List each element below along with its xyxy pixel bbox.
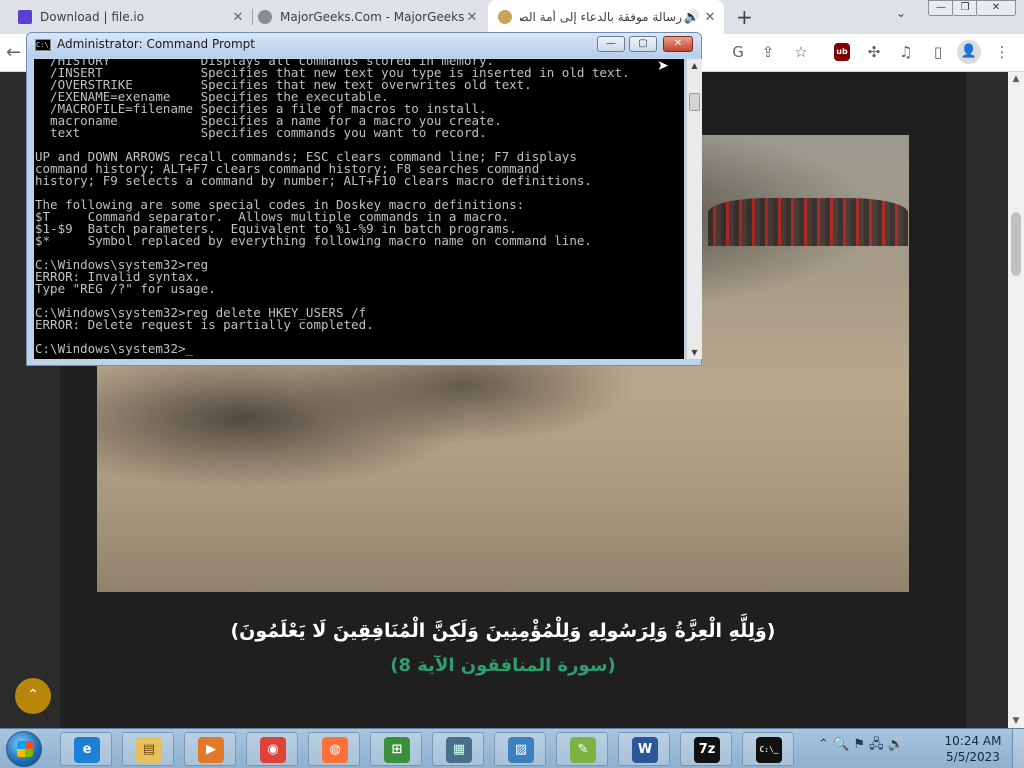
taskbar-firefox-button[interactable]: ◍ bbox=[308, 732, 360, 766]
kebab-menu-icon[interactable]: ⋮ bbox=[991, 41, 1013, 63]
scroll-up-arrow-icon[interactable]: ▲ bbox=[687, 61, 702, 70]
surah-reference: (سورة المنافقون الآية 8) bbox=[390, 655, 616, 676]
command-prompt-window: C:\_ Administrator: Command Prompt — ▢ ✕… bbox=[26, 32, 702, 366]
cmd-title-bar[interactable]: C:\_ Administrator: Command Prompt — ▢ ✕ bbox=[27, 33, 701, 57]
browser-close-button[interactable]: ✕ bbox=[976, 0, 1016, 16]
media-player-icon: ▶ bbox=[198, 737, 224, 763]
cmd-line: Type "REG /?" for usage. bbox=[35, 281, 216, 296]
7zip-icon: 7z bbox=[694, 737, 720, 763]
tab-title: Download | file.io bbox=[40, 10, 145, 24]
tab-close-icon[interactable]: ✕ bbox=[230, 10, 246, 25]
back-arrow-icon[interactable]: ← bbox=[6, 42, 21, 63]
taskbar-file-explorer-button[interactable]: ▤ bbox=[122, 732, 174, 766]
page-scrollbar[interactable]: ▲ ▼ bbox=[1008, 72, 1024, 728]
command-prompt-icon: C:\_ bbox=[756, 737, 782, 763]
tab-active-arabic-page[interactable]: رسالة موفقة بالدعاء إلى أمة الصليب 🔊 ✕ bbox=[488, 0, 724, 34]
cmd-line: ERROR: Delete request is partially compl… bbox=[35, 317, 374, 332]
cmd-maximize-button[interactable]: ▢ bbox=[629, 36, 657, 52]
start-button[interactable] bbox=[6, 731, 42, 767]
quran-verse: (وَلِلَّهِ الْعِزَّةُ وَلِرَسُولِهِ وَلِ… bbox=[230, 620, 776, 642]
taskbar-photo-viewer-button[interactable]: ▨ bbox=[494, 732, 546, 766]
bookmark-star-icon[interactable]: ☆ bbox=[790, 41, 812, 63]
site-favicon-icon bbox=[498, 10, 512, 24]
system-tray[interactable]: ⌃ 🔍 ⚑ 🖧 🔊 bbox=[818, 735, 938, 761]
cmd-output-text: /HISTORY Displays all commands stored in… bbox=[35, 59, 683, 355]
ublock-origin-icon[interactable]: ub bbox=[834, 43, 850, 61]
file-explorer-icon: ▤ bbox=[136, 737, 162, 763]
cmd-line: $* Symbol replaced by everything followi… bbox=[35, 233, 592, 248]
cmd-close-button[interactable]: ✕ bbox=[663, 36, 693, 52]
scroll-down-arrow-icon[interactable]: ▼ bbox=[1008, 716, 1024, 726]
tab-search-button[interactable]: ⌄ bbox=[896, 6, 906, 20]
internet-explorer-icon: e bbox=[74, 737, 100, 763]
cmd-line: text Specifies commands you want to reco… bbox=[35, 125, 487, 140]
taskbar-notepad-button[interactable]: ✎ bbox=[556, 732, 608, 766]
show-desktop-button[interactable] bbox=[1012, 729, 1024, 768]
translate-icon[interactable]: G bbox=[727, 41, 749, 63]
notepad-icon: ✎ bbox=[570, 737, 596, 763]
cmd-line: C:\Windows\system32>_ bbox=[35, 341, 194, 356]
share-icon[interactable]: ⇪ bbox=[757, 41, 779, 63]
tab-majorgeeks[interactable]: MajorGeeks.Com - MajorGeeks ✕ bbox=[258, 0, 480, 34]
wordpad-icon: W bbox=[632, 737, 658, 763]
windows-taskbar: e ▤ ▶ ◉ ◍ ⊞ ▦ ▨ ✎ W 7z C:\_ ⌃ 🔍 ⚑ 🖧 🔊 10:24 AM 5/5/… bbox=[0, 728, 1024, 768]
file-io-favicon-icon bbox=[18, 10, 32, 24]
cmd-line: history; F9 selects a command by number;… bbox=[35, 173, 592, 188]
tab-file-io[interactable]: Download | file.io ✕ bbox=[18, 0, 246, 34]
majorgeeks-favicon-icon bbox=[258, 10, 272, 24]
chrome-icon: ◉ bbox=[260, 737, 286, 763]
cmd-scrollbar[interactable]: ▲ ▼ bbox=[686, 59, 702, 359]
new-tab-button[interactable]: + bbox=[736, 5, 753, 29]
tab-title: MajorGeeks.Com - MajorGeeks bbox=[280, 10, 464, 24]
tab-close-icon[interactable]: ✕ bbox=[702, 10, 718, 25]
clock-date: 5/5/2023 bbox=[946, 750, 1000, 764]
extensions-puzzle-icon[interactable]: ✣ bbox=[863, 41, 885, 63]
taskbar-clock[interactable]: 10:24 AM 5/5/2023 bbox=[940, 733, 1006, 765]
cmd-app-icon: C:\_ bbox=[35, 39, 53, 51]
windows-logo-icon bbox=[17, 741, 33, 757]
audio-playing-icon[interactable]: 🔊 bbox=[682, 10, 702, 25]
tab-close-icon[interactable]: ✕ bbox=[464, 10, 480, 25]
browser-minimize-button[interactable]: — bbox=[928, 0, 954, 16]
photo-viewer-icon: ▨ bbox=[508, 737, 534, 763]
taskbar-system-monitor-button[interactable]: ▦ bbox=[432, 732, 484, 766]
taskbar-chrome-button[interactable]: ◉ bbox=[246, 732, 298, 766]
taskbar-7zip-button[interactable]: 7z bbox=[680, 732, 732, 766]
scroll-to-top-button[interactable]: ⌃ bbox=[15, 678, 51, 714]
cmd-scrollbar-thumb[interactable] bbox=[689, 93, 700, 111]
firefox-icon: ◍ bbox=[322, 737, 348, 763]
clock-time: 10:24 AM bbox=[944, 734, 1002, 748]
scroll-up-arrow-icon[interactable]: ▲ bbox=[1008, 74, 1024, 84]
taskbar-windows-update-button[interactable]: ⊞ bbox=[370, 732, 422, 766]
taskbar-internet-explorer-button[interactable]: e bbox=[60, 732, 112, 766]
mouse-pointer-icon: ➤ bbox=[657, 58, 669, 74]
taskbar-media-player-button[interactable]: ▶ bbox=[184, 732, 236, 766]
taskbar-wordpad-button[interactable]: W bbox=[618, 732, 670, 766]
crowd-silhouette bbox=[708, 198, 908, 246]
cmd-window-title: Administrator: Command Prompt bbox=[57, 37, 255, 51]
windows-update-icon: ⊞ bbox=[384, 737, 410, 763]
scroll-down-arrow-icon[interactable]: ▼ bbox=[687, 348, 702, 357]
cmd-minimize-button[interactable]: — bbox=[597, 36, 625, 52]
cmd-console[interactable]: /HISTORY Displays all commands stored in… bbox=[34, 59, 684, 359]
browser-maximize-button[interactable]: ❐ bbox=[952, 0, 978, 16]
browser-tab-strip: Download | file.io ✕ MajorGeeks.Com - Ma… bbox=[0, 0, 1024, 34]
tab-title: رسالة موفقة بالدعاء إلى أمة الصليب bbox=[520, 10, 682, 24]
scrollbar-thumb[interactable] bbox=[1011, 212, 1021, 276]
profile-avatar-icon[interactable]: 👤 bbox=[957, 40, 981, 64]
system-monitor-icon: ▦ bbox=[446, 737, 472, 763]
side-panel-icon[interactable]: ▯ bbox=[927, 41, 949, 63]
media-control-icon[interactable]: ♫ bbox=[895, 41, 917, 63]
tab-separator bbox=[252, 9, 253, 25]
taskbar-command-prompt-button[interactable]: C:\_ bbox=[742, 732, 794, 766]
